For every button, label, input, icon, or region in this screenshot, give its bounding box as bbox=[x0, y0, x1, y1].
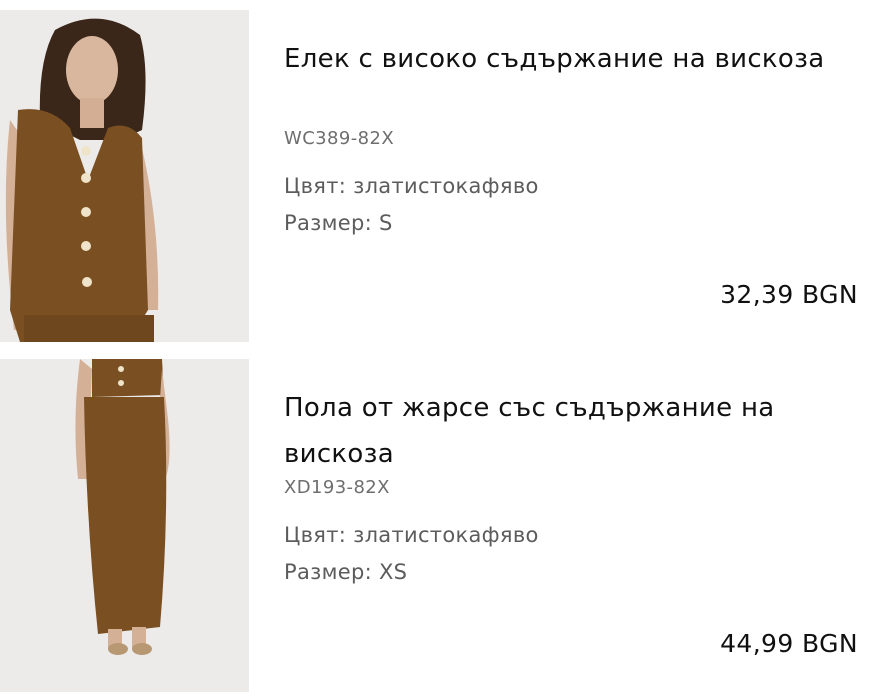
color-label: Цвят: bbox=[284, 174, 347, 198]
product-size: Размер: S bbox=[284, 211, 393, 235]
cart-item: Пола от жарсе със съдържание на вискоза … bbox=[0, 359, 895, 692]
size-value: S bbox=[378, 211, 393, 235]
color-value: златистокафяво bbox=[353, 523, 539, 547]
skirt-photo-icon bbox=[0, 359, 249, 692]
size-label: Размер: bbox=[284, 560, 372, 584]
product-size: Размер: XS bbox=[284, 560, 407, 584]
product-color: Цвят: златистокафяво bbox=[284, 174, 539, 198]
product-title[interactable]: Елек с високо съдържание на вискоза bbox=[284, 36, 874, 82]
product-image-skirt[interactable] bbox=[0, 359, 249, 692]
product-image-vest[interactable] bbox=[0, 10, 249, 342]
product-color: Цвят: златистокафяво bbox=[284, 523, 539, 547]
color-label: Цвят: bbox=[284, 523, 347, 547]
cart-item-list: Елек с високо съдържание на вискоза WC38… bbox=[0, 0, 895, 699]
size-label: Размер: bbox=[284, 211, 372, 235]
vest-photo-icon bbox=[0, 10, 249, 342]
product-price: 44,99 BGN bbox=[720, 629, 858, 658]
product-title[interactable]: Пола от жарсе със съдържание на вискоза bbox=[284, 385, 874, 477]
product-sku: XD193-82X bbox=[284, 477, 390, 498]
cart-item: Елек с високо съдържание на вискоза WC38… bbox=[0, 10, 895, 342]
size-value: XS bbox=[378, 560, 408, 584]
product-sku: WC389-82X bbox=[284, 128, 395, 149]
product-price: 32,39 BGN bbox=[720, 280, 858, 309]
color-value: златистокафяво bbox=[353, 174, 539, 198]
